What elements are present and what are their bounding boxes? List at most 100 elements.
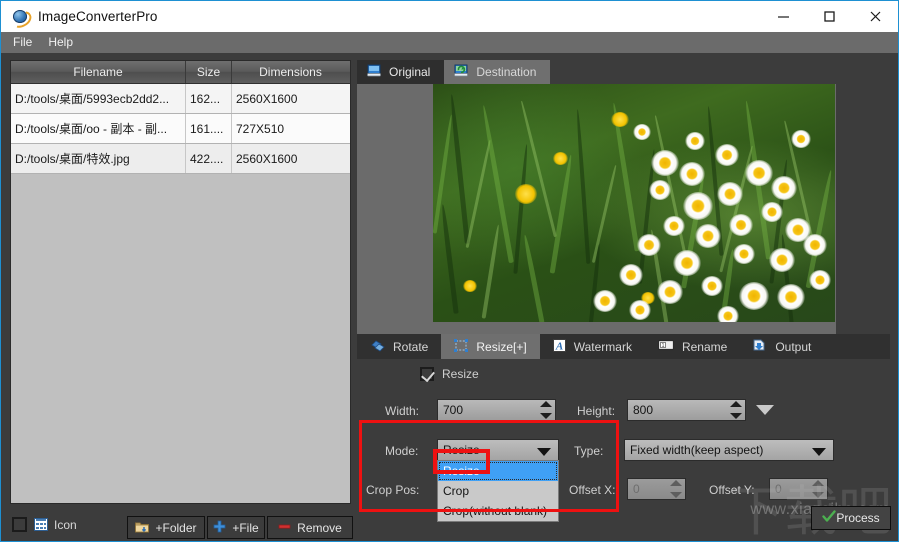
plus-icon [213, 520, 226, 536]
offset-x-stepper[interactable] [669, 480, 682, 498]
check-icon [822, 510, 837, 526]
offset-x-input[interactable]: 0 [627, 478, 686, 500]
type-label: Type: [574, 444, 604, 458]
cell-filename: D:/tools/桌面/特效.jpg [11, 144, 186, 173]
tab-watermark[interactable]: A Watermark [540, 334, 645, 359]
icon-view-label: Icon [54, 518, 77, 532]
cell-filename: D:/tools/桌面/oo - 副本 - 副... [11, 114, 186, 143]
offset-y-label: Offset Y: [709, 483, 755, 497]
tab-rotate[interactable]: Rotate [357, 334, 441, 359]
globe-icon [8, 7, 35, 32]
tab-resize[interactable]: Resize[+] [441, 334, 540, 359]
icon-view-checkbox[interactable] [12, 517, 27, 532]
tab-destination-label: Destination [476, 65, 537, 79]
output-icon [753, 339, 767, 355]
add-folder-button[interactable]: +Folder [127, 516, 205, 539]
title-bar: ImageConverterPro [1, 1, 898, 32]
offset-y-input[interactable]: 0 [769, 478, 828, 500]
application-window: ImageConverterPro File Help Filename Siz… [0, 0, 899, 542]
tab-resize-label: Resize[+] [476, 339, 527, 354]
folder-add-icon [135, 520, 150, 536]
width-stepper[interactable] [539, 401, 552, 419]
tab-output-label: Output [775, 339, 812, 354]
remove-button[interactable]: Remove [267, 516, 353, 539]
table-row[interactable]: D:/tools/桌面/oo - 副本 - 副... 161.... 727X5… [11, 114, 350, 144]
cell-dimensions: 727X510 [236, 121, 285, 136]
mode-dropdown-list[interactable]: Resize Crop Crop(without blank) [437, 460, 559, 522]
right-panel: Original Destination Rotate Resize[+] A … [357, 60, 890, 522]
height-value: 800 [633, 403, 654, 417]
tab-rename-label: Rename [681, 339, 728, 354]
column-header-dimensions[interactable]: Dimensions [232, 61, 349, 83]
file-list-empty-space [11, 174, 350, 503]
width-input[interactable]: 700 [437, 399, 556, 421]
offset-y-value: 0 [775, 482, 782, 496]
width-label: Width: [385, 404, 420, 418]
resize-enable-checkbox[interactable] [420, 367, 435, 383]
tab-original[interactable]: Original [357, 60, 445, 84]
tab-rotate-label: Rotate [393, 339, 429, 354]
file-list-panel: Filename Size Dimensions D:/tools/桌面/599… [10, 60, 351, 504]
tab-destination[interactable]: Destination [444, 60, 551, 84]
chevron-down-icon[interactable] [756, 405, 774, 415]
resize-enable-row[interactable]: Resize [420, 367, 479, 383]
process-button[interactable]: Process [811, 506, 891, 530]
svg-text:A: A [555, 340, 563, 352]
chevron-down-icon [537, 448, 551, 456]
tab-original-label: Original [389, 65, 431, 79]
crop-pos-label: Crop Pos: [366, 483, 420, 497]
minimize-icon[interactable] [760, 1, 806, 32]
add-file-label: +File [232, 520, 259, 535]
monitor-icon [367, 64, 381, 80]
grid-icon [34, 518, 48, 531]
height-stepper[interactable] [729, 401, 742, 419]
tab-rename[interactable]: 1 Rename [645, 334, 740, 359]
height-label: Height: [577, 404, 616, 418]
table-row[interactable]: D:/tools/桌面/5993ecb2dd2... 162... 2560X1… [11, 84, 350, 114]
menu-bar: File Help [1, 32, 898, 53]
offset-y-stepper[interactable] [811, 480, 824, 498]
add-file-button[interactable]: +File [207, 516, 265, 539]
cell-size: 422.... [186, 144, 232, 173]
file-list-header: Filename Size Dimensions [11, 61, 350, 84]
offset-x-value: 0 [633, 482, 640, 496]
chevron-down-icon [812, 448, 826, 456]
column-header-filename[interactable]: Filename [11, 61, 186, 83]
cell-dimensions: 2560X1600 [236, 151, 298, 166]
mode-label: Mode: [385, 444, 419, 458]
cell-size: 161.... [186, 114, 232, 143]
mode-combobox[interactable]: Resize [437, 439, 559, 461]
rename-icon: 1 [657, 339, 675, 354]
mode-option-crop-without-blank[interactable]: Crop(without blank) [438, 501, 558, 521]
type-value: Fixed width(keep aspect) [630, 443, 764, 457]
menu-item-help[interactable]: Help [40, 32, 81, 53]
edit-tab-bar: Rotate Resize[+] A Watermark 1 Rename Ou… [357, 334, 890, 359]
content-area: Filename Size Dimensions D:/tools/桌面/599… [1, 53, 898, 541]
watermark-icon: A [552, 338, 566, 355]
window-controls [760, 1, 898, 32]
mode-value: Resize [443, 443, 480, 457]
add-folder-label: +Folder [155, 520, 197, 535]
tab-output[interactable]: Output [740, 334, 824, 359]
table-row[interactable]: D:/tools/桌面/特效.jpg 422.... 2560X1600 [11, 144, 350, 174]
minus-icon [278, 520, 291, 536]
close-icon[interactable] [852, 1, 898, 32]
maximize-icon[interactable] [806, 1, 852, 32]
height-input[interactable]: 800 [627, 399, 746, 421]
offset-x-label: Offset X: [569, 483, 616, 497]
menu-item-file[interactable]: File [5, 32, 40, 53]
rotate-icon [370, 339, 385, 355]
cell-filename: D:/tools/桌面/5993ecb2dd2... [11, 84, 186, 113]
image-preview-area [357, 84, 836, 334]
cell-dimensions: 2560X1600 [236, 91, 298, 106]
mode-option-crop[interactable]: Crop [438, 481, 558, 501]
mode-option-resize[interactable]: Resize [438, 461, 558, 481]
remove-label: Remove [297, 520, 342, 535]
tab-watermark-label: Watermark [573, 339, 632, 354]
width-value: 700 [443, 403, 464, 417]
type-combobox[interactable]: Fixed width(keep aspect) [624, 439, 834, 461]
preview-tab-bar: Original Destination [357, 60, 551, 84]
column-header-size[interactable]: Size [186, 61, 232, 83]
window-title: ImageConverterPro [38, 9, 158, 24]
refresh-monitor-icon [454, 64, 469, 80]
